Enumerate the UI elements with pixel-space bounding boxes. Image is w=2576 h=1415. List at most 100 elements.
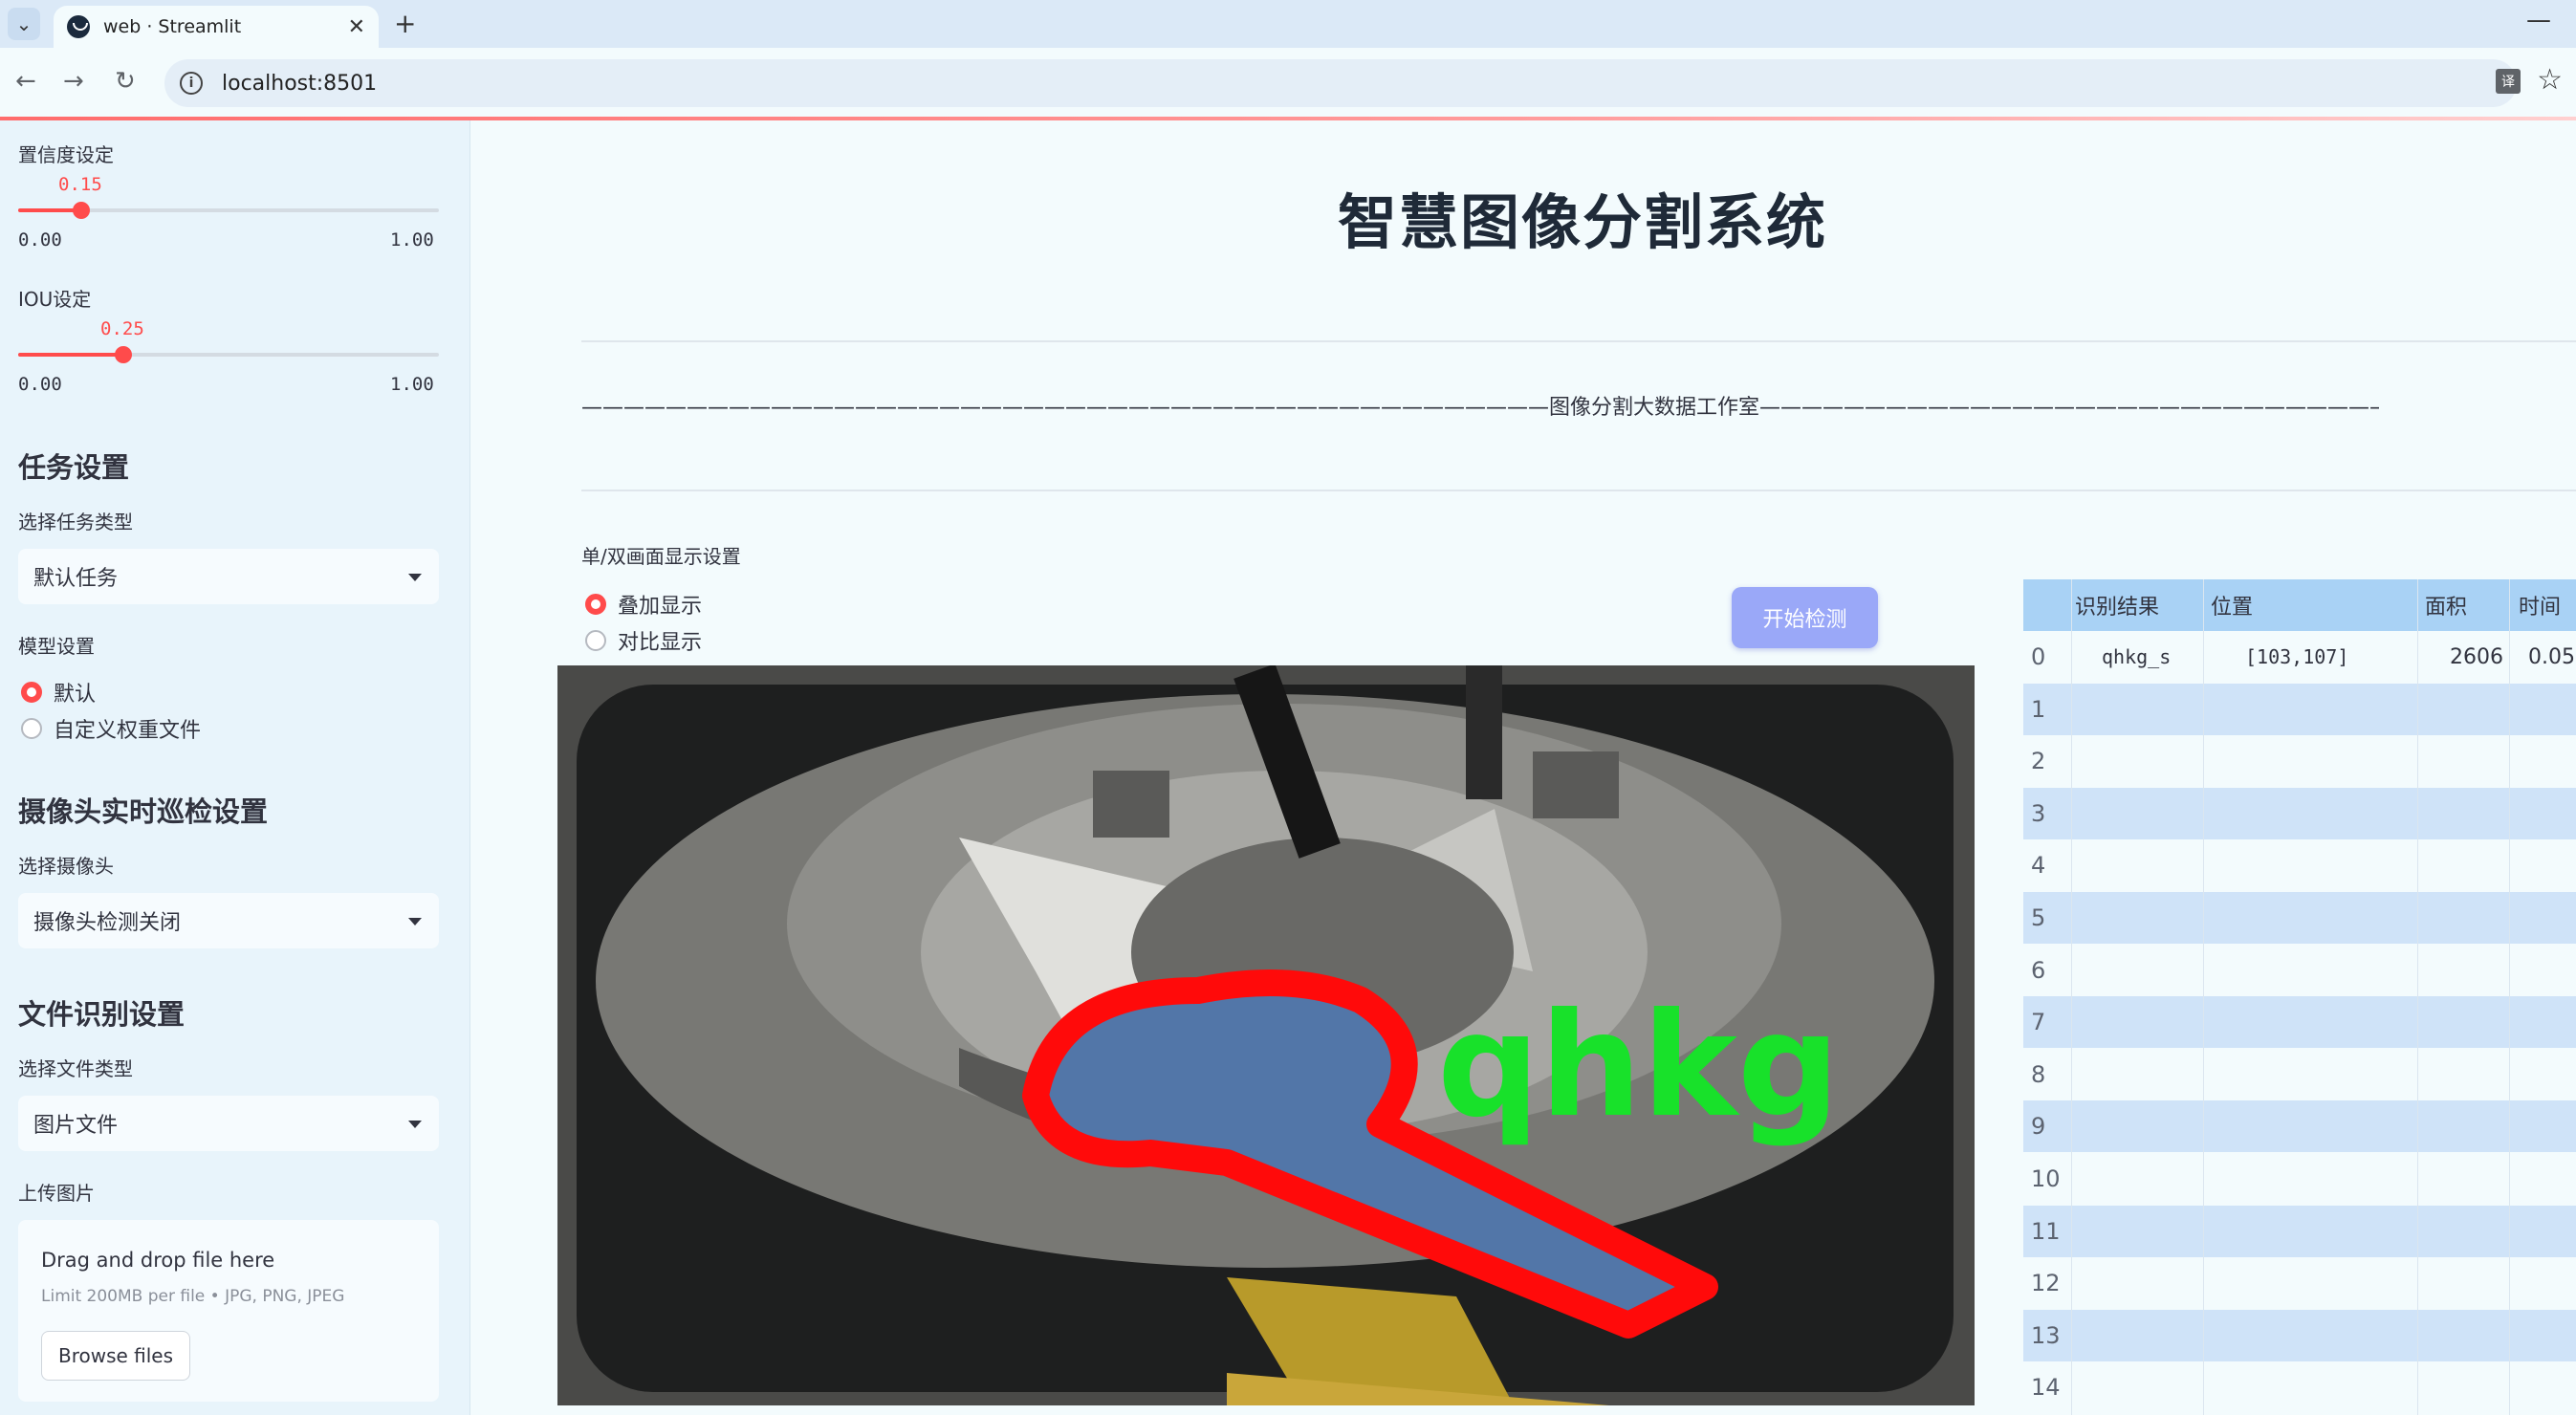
confidence-slider[interactable] <box>18 202 439 219</box>
segmentation-label-overlay: qhkg <box>1437 983 1840 1149</box>
studio-banner: ————————————————————————————————————————… <box>581 396 2379 420</box>
column-separator <box>2417 579 2418 1415</box>
page-title: 智慧图像分割系统 <box>1337 187 1827 257</box>
iou-label: IOU设定 <box>18 288 92 311</box>
display-option-compare[interactable]: 对比显示 <box>585 625 702 656</box>
display-option-compare-label: 对比显示 <box>618 631 703 655</box>
iou-max: 1.00 <box>390 374 434 395</box>
column-header-result[interactable]: 识别结果 <box>2075 579 2159 631</box>
minimize-window-icon[interactable]: — <box>2526 6 2551 34</box>
results-table[interactable]: 识别结果 位置 面积 时间 0 qhkg_s [103,107] 2606 0.05 1 2… <box>2023 579 2576 1415</box>
task-settings-heading: 任务设置 <box>18 451 130 484</box>
cell-time: 0.05 <box>2528 644 2575 669</box>
camera-value: 摄像头检测关闭 <box>33 911 182 935</box>
table-row[interactable]: 0 qhkg_s [103,107] 2606 0.05 <box>2023 631 2576 683</box>
column-header-position[interactable]: 位置 <box>2211 579 2253 631</box>
cell-result: qhkg_s <box>2102 645 2172 668</box>
upload-label: 上传图片 <box>18 1182 95 1205</box>
task-type-value: 默认任务 <box>33 567 119 591</box>
table-row[interactable]: 13 <box>2023 1309 2576 1361</box>
segmentation-result-image: qhkg <box>557 665 1975 1405</box>
browser-tab-bar: ⌄ web · Streamlit ✕ + — <box>0 0 2576 48</box>
forward-arrow-icon[interactable]: → <box>63 67 84 96</box>
url-field[interactable]: i localhost:8501 <box>164 59 2517 107</box>
display-mode-label: 单/双画面显示设置 <box>581 545 741 568</box>
iou-slider-thumb[interactable] <box>115 346 132 363</box>
task-type-label: 选择任务类型 <box>18 511 133 533</box>
cell-position: [103,107] <box>2245 645 2349 668</box>
table-row[interactable]: 4 <box>2023 839 2576 891</box>
upload-limit-text: Limit 200MB per file • JPG, PNG, JPEG <box>41 1287 345 1306</box>
table-row[interactable]: 11 <box>2023 1205 2576 1257</box>
table-row[interactable]: 10 <box>2023 1153 2576 1205</box>
display-option-overlay[interactable]: 叠加显示 <box>585 589 702 620</box>
chevron-down-icon <box>408 574 422 581</box>
file-type-label: 选择文件类型 <box>18 1057 133 1080</box>
start-detection-button[interactable]: 开始检测 <box>1732 587 1878 648</box>
table-header-row: 识别结果 位置 面积 时间 <box>2023 579 2576 631</box>
reload-icon[interactable]: ↻ <box>115 67 136 96</box>
divider-bottom <box>581 490 2576 491</box>
model-option-default-label: 默认 <box>54 683 97 707</box>
table-row[interactable]: 8 <box>2023 1049 2576 1100</box>
file-settings-heading: 文件识别设置 <box>18 998 186 1031</box>
new-tab-icon[interactable]: + <box>394 8 416 39</box>
camera-select[interactable]: 摄像头检测关闭 <box>18 893 439 948</box>
confidence-min: 0.00 <box>18 229 62 250</box>
table-row[interactable]: 6 <box>2023 945 2576 996</box>
bookmark-star-icon[interactable]: ☆ <box>2537 63 2563 97</box>
chevron-down-icon <box>408 1121 422 1128</box>
cell-area: 2606 <box>2450 644 2503 669</box>
table-row[interactable]: 12 <box>2023 1257 2576 1309</box>
table-row[interactable]: 3 <box>2023 787 2576 839</box>
confidence-max: 1.00 <box>390 229 434 250</box>
camera-settings-heading: 摄像头实时巡检设置 <box>18 795 269 828</box>
result-image-drawing: qhkg <box>557 665 1975 1405</box>
column-separator <box>2203 579 2204 1415</box>
column-header-area[interactable]: 面积 <box>2425 579 2467 631</box>
model-option-custom[interactable]: 自定义权重文件 <box>21 713 201 744</box>
streamlit-favicon-icon <box>67 15 90 38</box>
site-info-icon[interactable]: i <box>180 72 203 95</box>
table-row[interactable]: 5 <box>2023 892 2576 944</box>
chevron-down-icon <box>408 918 422 925</box>
browser-tab[interactable]: web · Streamlit ✕ <box>54 6 379 48</box>
table-row[interactable]: 1 <box>2023 683 2576 735</box>
confidence-slider-thumb[interactable] <box>73 202 90 219</box>
radio-selected-icon <box>21 682 42 703</box>
tab-title: web · Streamlit <box>103 16 242 37</box>
file-type-value: 图片文件 <box>33 1114 119 1138</box>
model-settings-label: 模型设置 <box>18 635 95 658</box>
table-row[interactable]: 14 <box>2023 1361 2576 1413</box>
display-option-overlay-label: 叠加显示 <box>618 595 703 619</box>
translate-icon[interactable]: 译 <box>2496 69 2521 94</box>
confidence-label: 置信度设定 <box>18 143 114 166</box>
iou-value: 0.25 <box>100 318 144 339</box>
model-option-custom-label: 自定义权重文件 <box>54 719 202 743</box>
tab-search-dropdown-icon[interactable]: ⌄ <box>8 8 40 40</box>
confidence-value: 0.15 <box>58 174 102 195</box>
model-option-default[interactable]: 默认 <box>21 677 96 708</box>
camera-label: 选择摄像头 <box>18 855 114 878</box>
iou-slider-fill <box>18 353 123 357</box>
iou-slider[interactable] <box>18 346 439 363</box>
iou-min: 0.00 <box>18 374 62 395</box>
upload-title: Drag and drop file here <box>41 1249 275 1272</box>
radio-selected-icon <box>585 594 606 615</box>
radio-unselected-icon <box>585 630 606 651</box>
table-row[interactable]: 2 <box>2023 735 2576 787</box>
url-text: localhost:8501 <box>222 71 378 96</box>
task-type-select[interactable]: 默认任务 <box>18 549 439 604</box>
column-header-time[interactable]: 时间 <box>2519 579 2561 631</box>
table-row[interactable]: 7 <box>2023 996 2576 1049</box>
browse-files-button[interactable]: Browse files <box>41 1331 190 1381</box>
column-separator <box>2071 579 2072 1415</box>
close-tab-icon[interactable]: ✕ <box>348 15 365 39</box>
address-bar-area: ← → ↻ i localhost:8501 译 ☆ <box>0 48 2576 119</box>
radio-unselected-icon <box>21 718 42 739</box>
file-uploader-dropzone[interactable]: Drag and drop file here Limit 200MB per … <box>18 1220 439 1402</box>
column-separator <box>2509 579 2510 1415</box>
back-arrow-icon[interactable]: ← <box>15 67 36 96</box>
table-row[interactable]: 9 <box>2023 1100 2576 1153</box>
file-type-select[interactable]: 图片文件 <box>18 1096 439 1151</box>
